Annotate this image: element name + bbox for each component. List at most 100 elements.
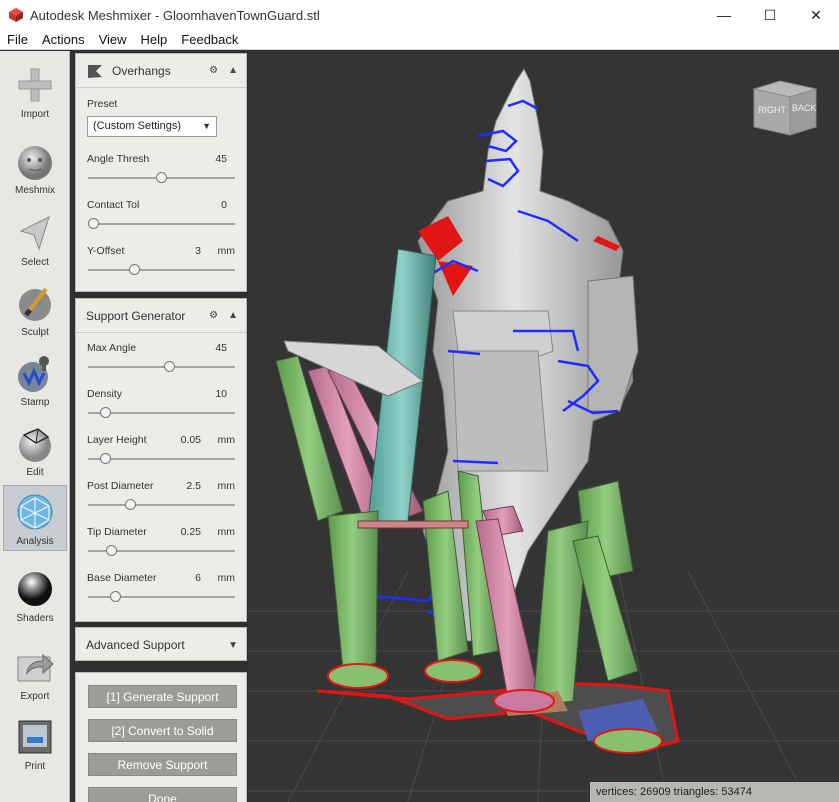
- tool-select[interactable]: Select: [3, 207, 67, 273]
- cursor-arrow-icon: [15, 211, 55, 255]
- printer-icon: [15, 715, 55, 759]
- generate-support-button[interactable]: [1] Generate Support: [88, 685, 237, 708]
- support-generator-header[interactable]: Support Generator ⚙ ▲: [76, 299, 246, 333]
- tool-sculpt[interactable]: Sculpt: [3, 277, 67, 343]
- tool-meshmix-label: Meshmix: [14, 185, 55, 196]
- view-cube[interactable]: RIGHT BACK: [750, 79, 820, 137]
- advanced-support-panel[interactable]: Advanced Support ▼: [75, 627, 247, 661]
- view-cube-right-label: RIGHT: [758, 105, 787, 115]
- density-knob[interactable]: [100, 407, 112, 418]
- base-diameter-row: Base Diameter 6 mm: [87, 572, 237, 618]
- chevron-down-icon: ▼: [202, 121, 211, 131]
- tip-diameter-unit: mm: [217, 526, 236, 538]
- angle-thresh-row: Angle Thresh 45: [87, 153, 237, 199]
- max-angle-label: Max Angle: [87, 342, 137, 354]
- plus-icon: [15, 63, 55, 107]
- done-button[interactable]: Done: [88, 787, 237, 802]
- tool-import[interactable]: Import: [3, 59, 67, 125]
- y-offset-slider[interactable]: [88, 269, 235, 271]
- mesh-edit-icon: [15, 421, 55, 465]
- tool-import-label: Import: [20, 109, 50, 120]
- close-button[interactable]: ✕: [793, 0, 839, 30]
- layer-height-label: Layer Height: [87, 434, 147, 446]
- post-diameter-row: Post Diameter 2.5 mm: [87, 480, 237, 526]
- tool-analysis[interactable]: Analysis: [3, 485, 67, 551]
- tool-shaders[interactable]: Shaders: [3, 563, 67, 629]
- base-diameter-label: Base Diameter: [87, 572, 157, 584]
- brush-icon: [15, 281, 55, 325]
- density-label: Density: [87, 388, 123, 400]
- contact-tol-label: Contact Tol: [87, 199, 140, 211]
- tool-edit-label: Edit: [26, 467, 44, 478]
- max-angle-row: Max Angle 45: [87, 342, 237, 388]
- 3d-viewport[interactable]: RIGHT BACK vertices: 26909 triangles: 53…: [248, 51, 839, 802]
- menu-bar: File Actions View Help Feedback: [0, 30, 839, 50]
- tool-edit[interactable]: Edit: [3, 417, 67, 483]
- tool-select-label: Select: [21, 257, 49, 268]
- tool-analysis-label: Analysis: [16, 536, 54, 547]
- base-diameter-unit: mm: [217, 572, 236, 584]
- overhangs-title: Overhangs: [112, 63, 171, 78]
- collapse-up-icon[interactable]: ▲: [228, 65, 238, 76]
- stamp-icon: [15, 351, 55, 395]
- y-offset-label: Y-Offset: [87, 245, 125, 257]
- post-diameter-unit: mm: [217, 480, 236, 492]
- status-bar: vertices: 26909 triangles: 53474: [590, 782, 839, 802]
- maximize-icon: ☐: [763, 6, 777, 23]
- y-offset-unit: mm: [217, 245, 236, 257]
- advanced-support-header[interactable]: Advanced Support ▼: [76, 628, 246, 662]
- expand-down-icon[interactable]: ▼: [228, 640, 238, 651]
- menu-actions[interactable]: Actions: [35, 32, 92, 47]
- contact-tol-slider[interactable]: [88, 223, 235, 225]
- minimize-icon: —: [717, 7, 731, 23]
- layer-height-knob[interactable]: [100, 453, 112, 464]
- tool-meshmix[interactable]: Meshmix: [3, 135, 67, 201]
- menu-feedback[interactable]: Feedback: [174, 32, 245, 47]
- angle-thresh-knob[interactable]: [156, 172, 167, 183]
- convert-to-solid-button[interactable]: [2] Convert to Solid: [88, 719, 237, 742]
- y-offset-knob[interactable]: [128, 264, 140, 275]
- tip-diameter-row: Tip Diameter 0.25 mm: [87, 526, 237, 572]
- remove-support-button[interactable]: Remove Support: [88, 753, 237, 776]
- maximize-button[interactable]: ☐: [747, 0, 793, 30]
- post-diameter-label: Post Diameter: [87, 480, 154, 492]
- menu-help[interactable]: Help: [134, 32, 175, 47]
- gear-icon[interactable]: ⚙: [209, 65, 218, 76]
- collapse-up-icon[interactable]: ▲: [228, 310, 238, 321]
- tool-stamp[interactable]: Stamp: [3, 347, 67, 413]
- menu-file[interactable]: File: [0, 32, 35, 47]
- tool-shaders-label: Shaders: [16, 613, 54, 624]
- tip-diameter-label: Tip Diameter: [87, 526, 147, 538]
- max-angle-slider[interactable]: [88, 366, 235, 368]
- tip-diameter-value: 0.25: [180, 526, 201, 538]
- close-icon: ✕: [810, 6, 822, 23]
- tool-export-label: Export: [20, 691, 50, 702]
- tip-diameter-knob[interactable]: [105, 545, 117, 556]
- left-toolbar: Import Meshmix Select Sculpt Stamp Edit: [0, 51, 70, 802]
- preset-select[interactable]: (Custom Settings) ▼: [87, 116, 217, 137]
- preset-label: Preset: [87, 98, 118, 110]
- angle-thresh-value: 45: [215, 153, 227, 165]
- bunny-head-icon: [15, 139, 55, 183]
- minimize-button[interactable]: —: [701, 0, 747, 30]
- y-offset-value: 3: [195, 245, 201, 257]
- layer-height-unit: mm: [217, 434, 236, 446]
- gear-icon[interactable]: ⚙: [209, 310, 218, 321]
- post-diameter-knob[interactable]: [124, 499, 136, 510]
- tool-print-label: Print: [24, 761, 46, 772]
- overhang-icon: [88, 64, 102, 78]
- meshmixer-logo-icon: [9, 8, 23, 22]
- tool-export[interactable]: Export: [3, 641, 67, 707]
- post-diameter-slider[interactable]: [88, 504, 235, 506]
- overhangs-header[interactable]: Overhangs ⚙ ▲: [76, 54, 246, 88]
- title-bar: Autodesk Meshmixer - GloomhavenTownGuard…: [0, 0, 839, 30]
- menu-view[interactable]: View: [92, 32, 134, 47]
- max-angle-knob[interactable]: [164, 361, 176, 372]
- view-cube-icon[interactable]: RIGHT BACK: [750, 79, 820, 137]
- base-diameter-value: 6: [195, 572, 201, 584]
- layer-height-value: 0.05: [180, 434, 201, 446]
- contact-tol-knob[interactable]: [88, 218, 99, 229]
- layer-height-row: Layer Height 0.05 mm: [87, 434, 237, 480]
- base-diameter-knob[interactable]: [109, 591, 121, 602]
- tool-print[interactable]: Print: [3, 711, 67, 777]
